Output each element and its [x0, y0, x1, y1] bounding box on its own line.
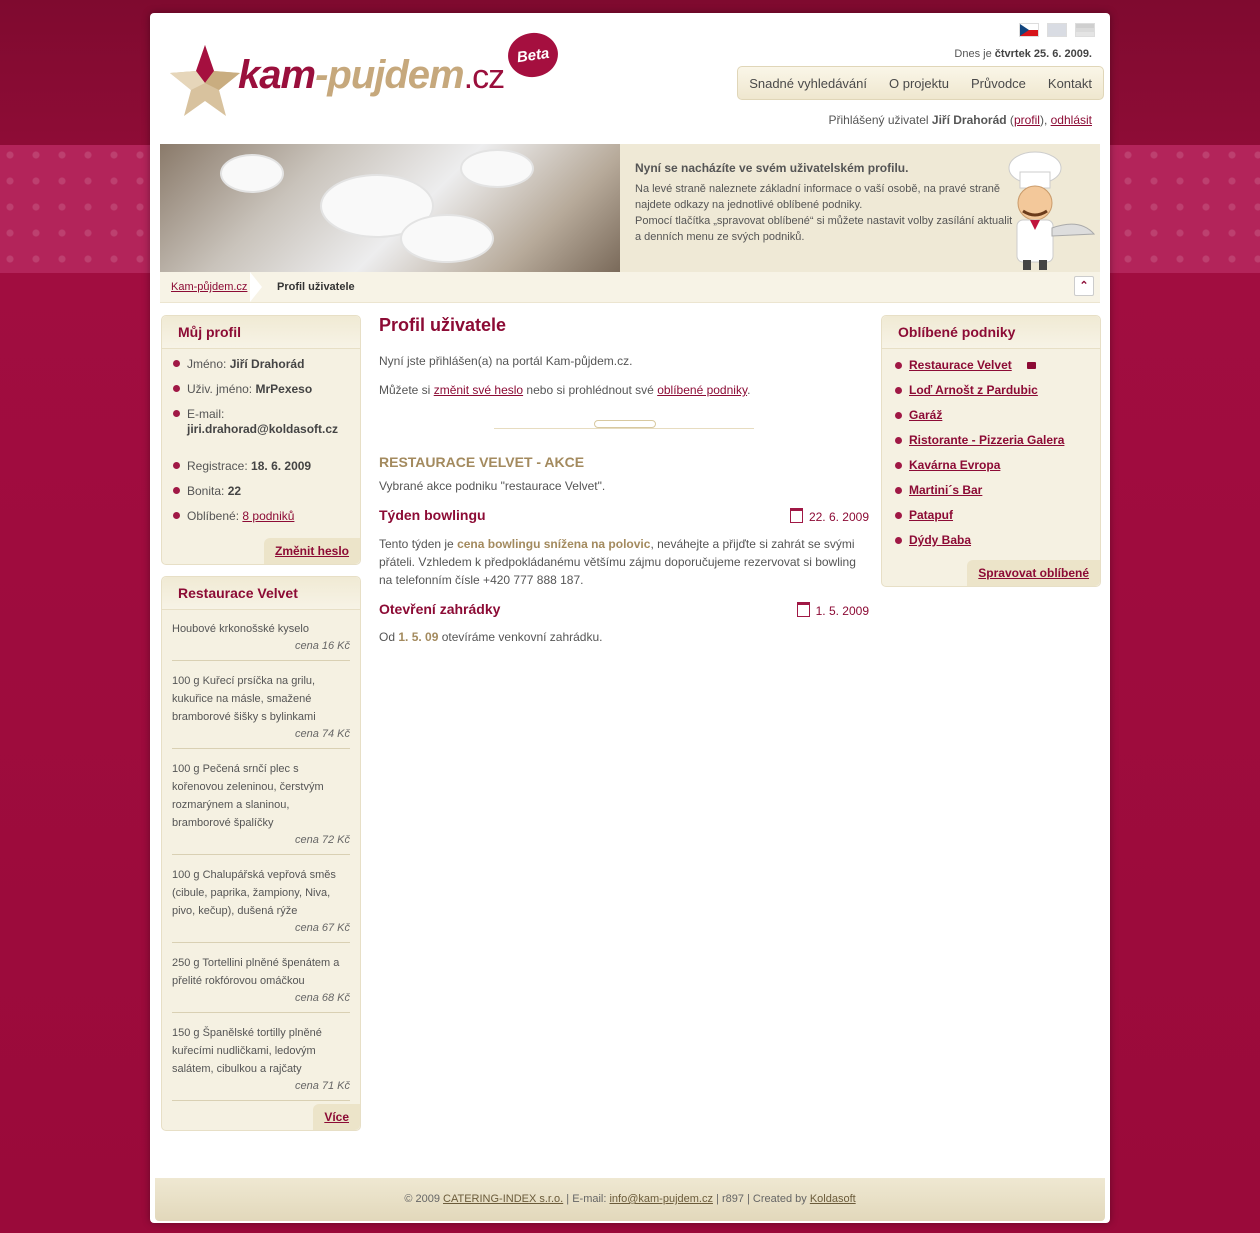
more-menu-button[interactable]: Více — [313, 1104, 360, 1130]
german-flag-icon[interactable] — [1075, 23, 1095, 37]
nav-kontakt[interactable]: Kontakt — [1037, 76, 1103, 91]
event-title: Otevření zahrádky — [379, 601, 501, 617]
favorite-item: Ristorante - Pizzeria Galera — [882, 432, 1100, 449]
menu-item: 100 g Kuřecí prsíčka na grilu, kukuřice … — [172, 670, 350, 749]
daily-menu-title: Restaurace Velvet — [162, 577, 360, 610]
favorite-item: Garáž — [882, 407, 1100, 424]
favorites-box: Oblíbené podniky Restaurace Velvet Loď A… — [881, 315, 1101, 587]
profile-email: E-mail: jiri.drahorad@koldasoft.cz — [162, 407, 360, 437]
favorite-link[interactable]: Garáž — [909, 408, 942, 422]
nav-pruvodce[interactable]: Průvodce — [960, 76, 1037, 91]
favorite-item: Dýdy Baba — [882, 532, 1100, 549]
event-text: Tento týden je cena bowlingu snížena na … — [379, 537, 856, 587]
page-title: Profil uživatele — [379, 315, 507, 335]
events-section-title: RESTAURACE VELVET - AKCE — [379, 454, 585, 470]
language-switcher — [1019, 23, 1095, 37]
english-flag-icon[interactable] — [1047, 23, 1067, 37]
intro-text: Nyní jste přihlášen(a) na portál Kam-půj… — [379, 354, 633, 368]
links-paragraph: Můžete si změnit své heslo nebo si prohl… — [379, 383, 751, 397]
menu-item: 100 g Chalupářská vepřová směs (cibule, … — [172, 864, 350, 943]
calendar-icon — [796, 602, 810, 617]
nav-o-projektu[interactable]: O projektu — [878, 76, 960, 91]
footer: © 2009 CATERING-INDEX s.r.o. | E-mail: i… — [155, 1178, 1105, 1221]
company-link[interactable]: CATERING-INDEX s.r.o. — [443, 1193, 563, 1205]
creator-link[interactable]: Koldasoft — [810, 1193, 856, 1205]
daily-menu-box: Restaurace Velvet Houbové krkonošské kys… — [161, 576, 361, 1131]
czech-flag-icon[interactable] — [1019, 23, 1039, 37]
favorite-item: Kavárna Evropa — [882, 457, 1100, 474]
chef-icon — [1008, 151, 1096, 270]
favorite-link[interactable]: Patapuf — [909, 508, 953, 522]
profile-favorites: Oblíbené: 8 podniků — [162, 509, 360, 524]
favorite-link[interactable]: Restaurace Velvet — [909, 358, 1012, 372]
logo-wordmark: kam-pujdem.cz — [238, 53, 505, 97]
event-item: 1. 5. 2009 Otevření zahrádky Od 1. 5. 09… — [379, 601, 869, 644]
profile-details: Jméno: Jiří Drahorád Uživ. jméno: MrPexe… — [162, 349, 360, 524]
banner-photo — [160, 144, 620, 272]
menu-item: Houbové krkonošské kyselo cena 16 Kč — [172, 618, 350, 661]
favorite-link[interactable]: Martini´s Bar — [909, 483, 982, 497]
daily-menu-list: Houbové krkonošské kyselo cena 16 Kč 100 … — [162, 610, 360, 1101]
current-date: Dnes je čtvrtek 25. 6. 2009. — [954, 48, 1092, 60]
profile-link[interactable]: profil — [1014, 113, 1040, 127]
favorite-link[interactable]: Kavárna Evropa — [909, 458, 1000, 472]
logo-star-icon — [170, 45, 240, 116]
favorite-link[interactable]: Ristorante - Pizzeria Galera — [909, 433, 1064, 447]
book-icon[interactable] — [1026, 362, 1036, 370]
favorites-box-title: Oblíbené podniky — [882, 316, 1100, 349]
profile-username: Uživ. jméno: MrPexeso — [162, 382, 360, 397]
banner-line-1: Na levé straně naleznete základní inform… — [635, 183, 1001, 211]
menu-item: 150 g Španělské tortilly plněné kuřecími… — [172, 1022, 350, 1101]
event-text: Od 1. 5. 09 otevíráme venkovní zahrádku. — [379, 630, 603, 644]
favorites-count-link[interactable]: 8 podniků — [242, 509, 294, 523]
profile-box: Můj profil Jméno: Jiří Drahorád Uživ. jm… — [161, 315, 361, 565]
favorite-link[interactable]: Dýdy Baba — [909, 533, 971, 547]
page-container: kam-pujdem.cz Beta Dnes je čtvrtek 25. 6… — [150, 13, 1110, 1223]
menu-item: 100 g Pečená srnčí plec s kořenovou zele… — [172, 758, 350, 855]
event-date: 22. 6. 2009 — [789, 508, 869, 524]
profile-banner: Nyní se nacházíte ve svém uživatelském p… — [160, 144, 1100, 272]
main-content: Profil uživatele Nyní jste přihlášen(a) … — [379, 315, 869, 644]
logged-user-line: Přihlášený uživatel Jiří Drahorád (profi… — [828, 113, 1092, 127]
favorite-item: Patapuf — [882, 507, 1100, 524]
breadcrumb-home-link[interactable]: Kam-půjdem.cz — [171, 281, 247, 293]
menu-item: 250 g Tortellini plněné špenátem a přeli… — [172, 952, 350, 1013]
banner-heading: Nyní se nacházíte ve svém uživatelském p… — [635, 161, 909, 175]
breadcrumb: Kam-půjdem.cz Profil uživatele ⌃ — [160, 272, 1100, 303]
user-name: Jiří Drahorád — [931, 113, 1007, 127]
nav-snadne-vyhledavani[interactable]: Snadné vyhledávání — [738, 76, 878, 91]
event-date: 1. 5. 2009 — [796, 602, 869, 618]
favorite-item: Martini´s Bar — [882, 482, 1100, 499]
profile-name: Jméno: Jiří Drahorád — [162, 357, 360, 372]
breadcrumb-current: Profil uživatele — [277, 281, 355, 293]
event-item: 22. 6. 2009 Týden bowlingu Tento týden j… — [379, 507, 869, 589]
profile-registration: Registrace: 18. 6. 2009 — [162, 459, 360, 474]
banner-text: Nyní se nacházíte ve svém uživatelském p… — [635, 160, 1020, 245]
profile-box-title: Můj profil — [162, 316, 360, 349]
banner-line-2: Pomocí tlačítka „spravovat oblíbené“ si … — [635, 215, 1013, 243]
favorites-list: Restaurace Velvet Loď Arnošt z Pardubic … — [882, 349, 1100, 549]
favorite-places-link[interactable]: oblíbené podniky — [657, 383, 747, 397]
favorite-item: Loď Arnošt z Pardubic — [882, 382, 1100, 399]
favorite-link[interactable]: Loď Arnošt z Pardubic — [909, 383, 1038, 397]
calendar-icon — [789, 508, 803, 523]
email-link[interactable]: info@kam-pujdem.cz — [609, 1193, 712, 1205]
change-password-button[interactable]: Změnit heslo — [263, 538, 360, 564]
favorite-item: Restaurace Velvet — [882, 357, 1100, 374]
logout-link[interactable]: odhlásit — [1051, 113, 1092, 127]
top-navigation: Snadné vyhledávání O projektu Průvodce K… — [737, 66, 1104, 100]
change-password-link[interactable]: změnit své heslo — [434, 383, 523, 397]
site-logo[interactable]: kam-pujdem.cz — [170, 43, 530, 123]
events-section-subtitle: Vybrané akce podniku "restaurace Velvet"… — [379, 479, 606, 493]
profile-bonita: Bonita: 22 — [162, 484, 360, 499]
manage-favorites-button[interactable]: Spravovat oblíbené — [967, 560, 1100, 586]
ornament-divider — [494, 416, 754, 429]
breadcrumb-separator — [250, 272, 262, 302]
scroll-up-icon[interactable]: ⌃ — [1074, 276, 1094, 296]
